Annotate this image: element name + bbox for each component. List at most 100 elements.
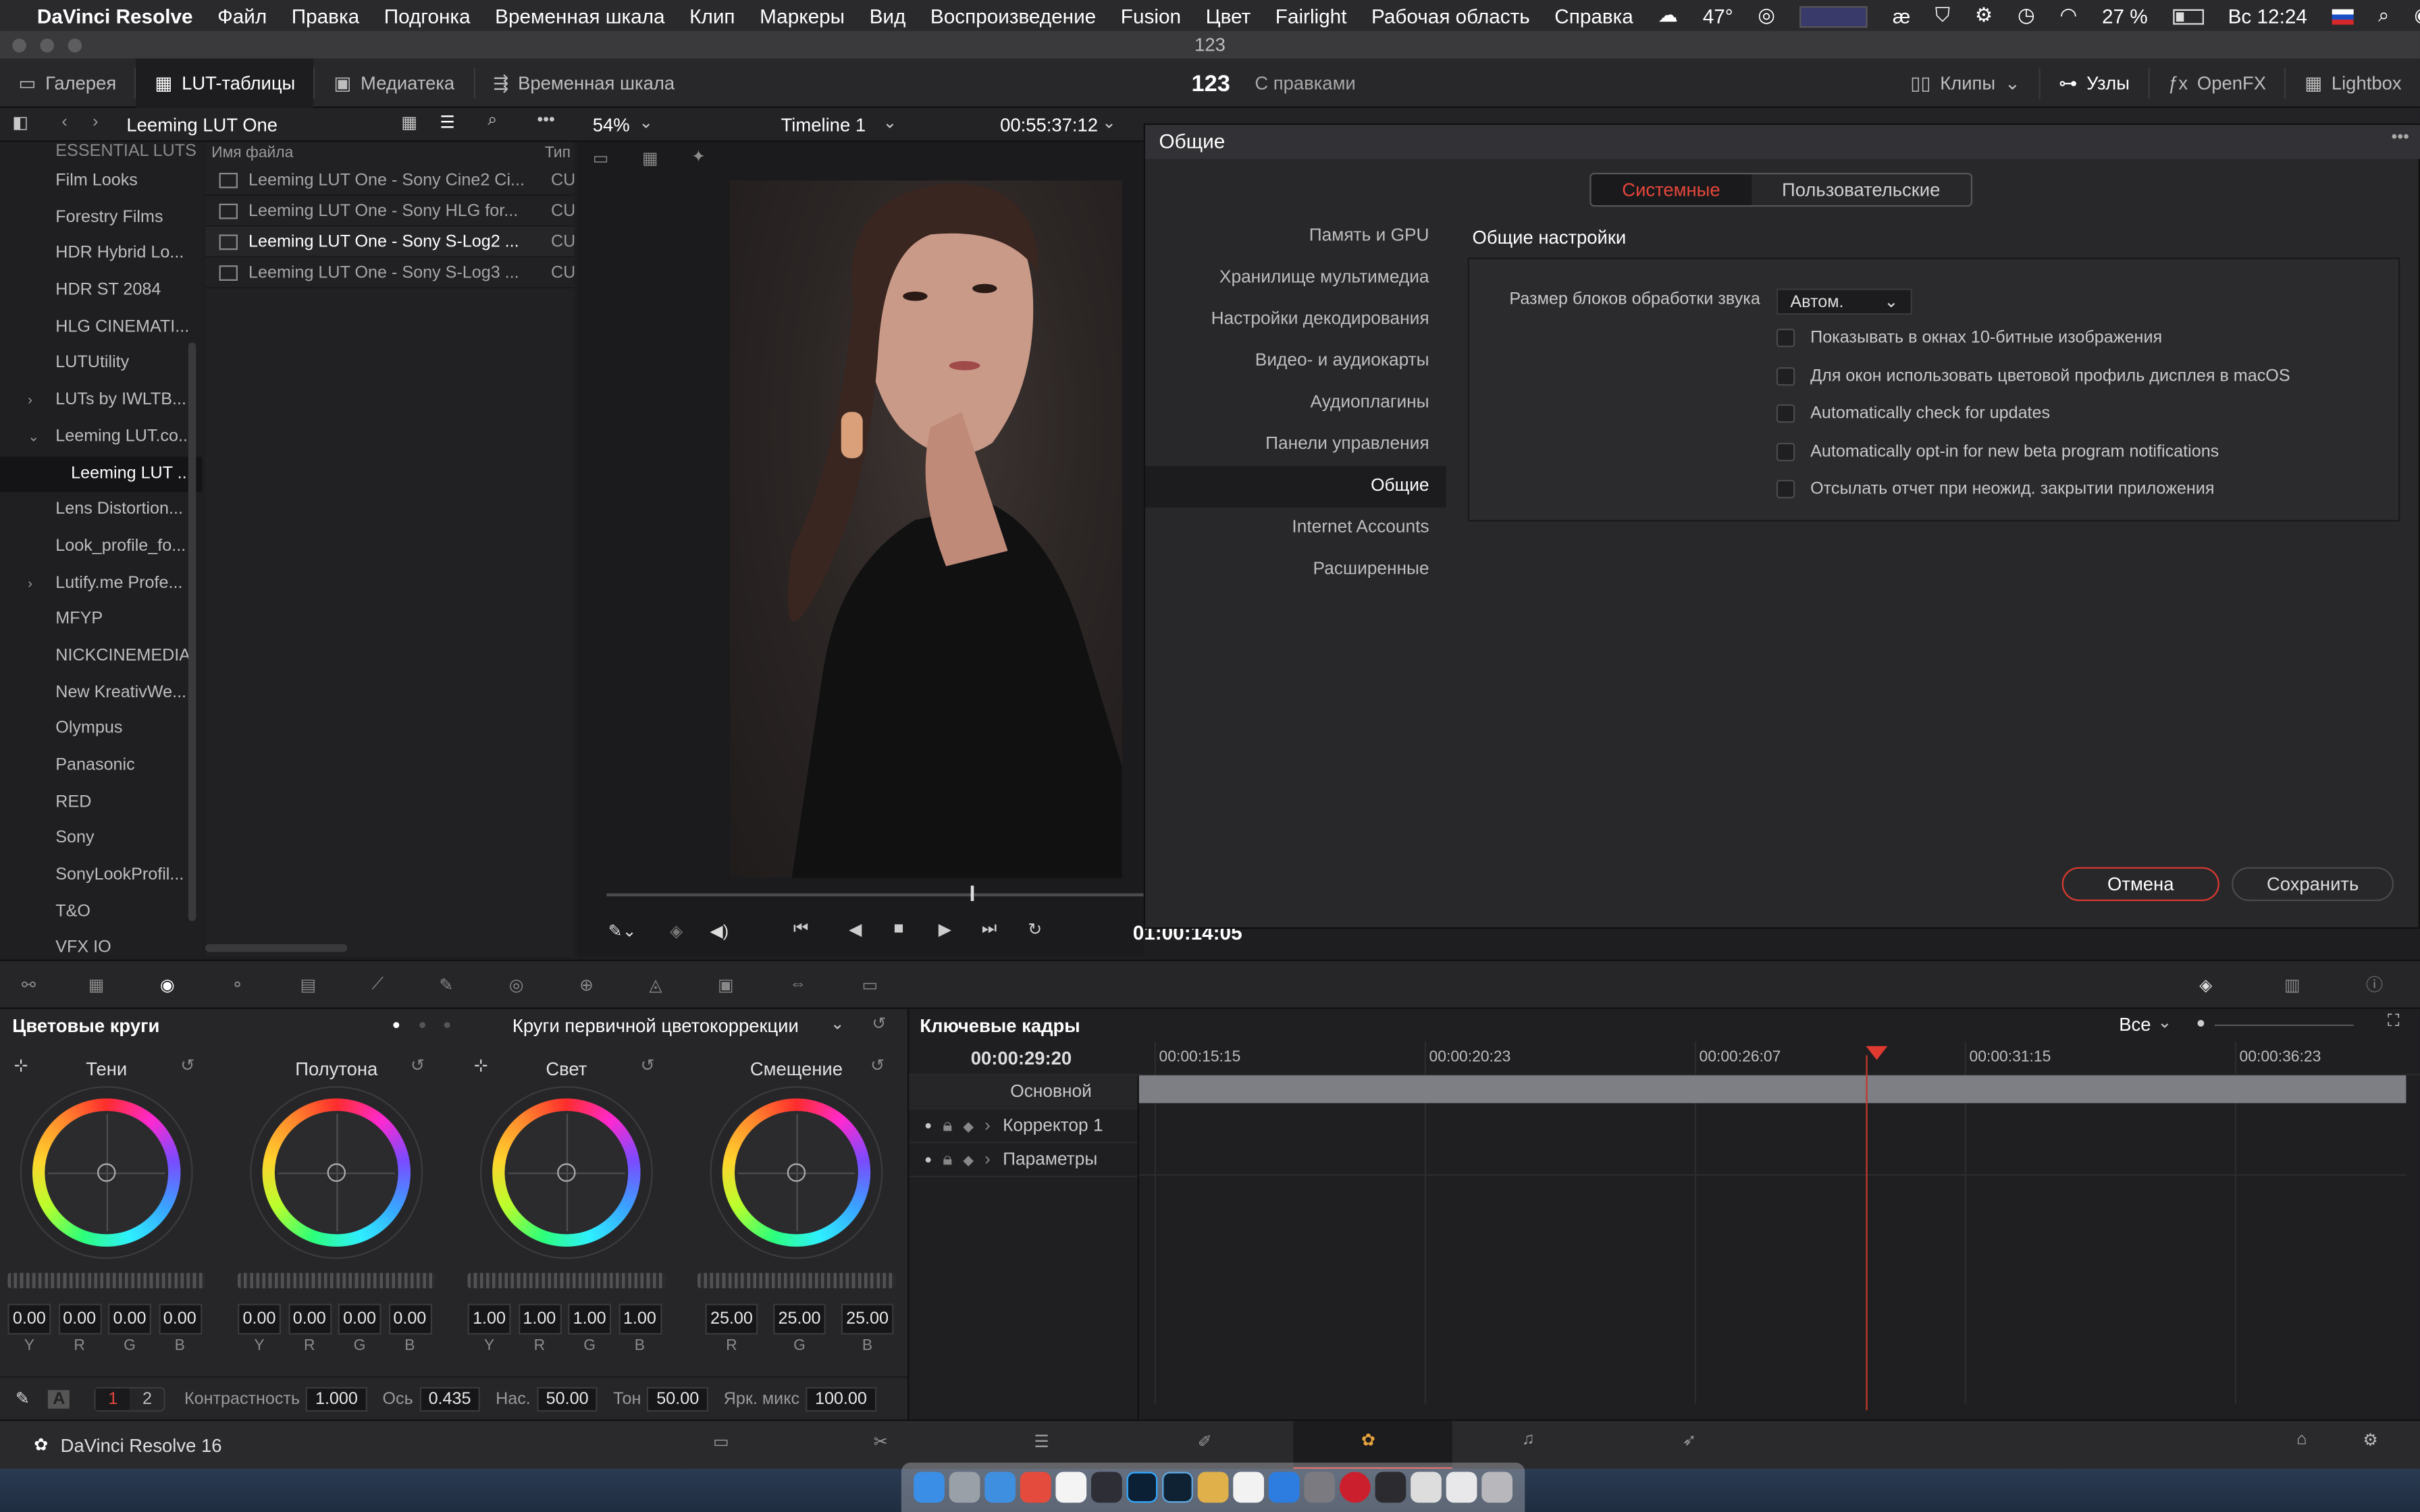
midtones-color-wheel[interactable] (250, 1086, 423, 1260)
creative-cloud-icon[interactable]: ◎ (1745, 3, 1787, 28)
deliver-page-icon[interactable]: ➶ (1682, 1430, 1696, 1450)
camera-raw-icon[interactable]: ⚯ (22, 974, 36, 994)
timeline-name[interactable]: Timeline 1 (781, 114, 866, 136)
stop-icon[interactable]: ■ (893, 919, 903, 938)
auto-balance-icon[interactable]: ✎ (16, 1388, 30, 1408)
forward-icon[interactable]: › (93, 113, 98, 131)
zoom-window-icon[interactable] (68, 38, 82, 53)
track-params[interactable]: ● 🔒︎ ◆ › Параметры (909, 1143, 1138, 1177)
edit-page-icon[interactable]: ☰ (1034, 1432, 1049, 1451)
curves-icon[interactable]: ⟋ (372, 974, 384, 994)
offset-color-wheel[interactable] (710, 1086, 883, 1260)
audio-block-select[interactable]: Автом. ⌄ (1776, 288, 1912, 315)
finder-icon[interactable] (914, 1472, 945, 1503)
chevron-right-icon[interactable]: › (984, 1143, 991, 1177)
wheel-center-handle[interactable] (97, 1163, 116, 1182)
minimize-window-icon[interactable] (40, 38, 54, 53)
adjust-page-2[interactable]: 2 (130, 1388, 165, 1409)
key-icon[interactable]: ▣ (718, 974, 734, 994)
split-view-icon[interactable]: ▭ (593, 148, 609, 168)
highlights-master-slider[interactable] (467, 1272, 666, 1289)
wifi-icon[interactable]: ◠ (2047, 3, 2089, 28)
wheel-center-handle[interactable] (327, 1163, 346, 1182)
menu-file[interactable]: Файл (205, 4, 280, 27)
tree-item[interactable]: MFYP (0, 602, 202, 639)
master-track-bar[interactable] (1138, 1075, 2406, 1104)
scopes-icon[interactable]: ▥ (2284, 974, 2300, 994)
tree-item[interactable]: NICKCINEMEDIA (0, 639, 202, 675)
shadows-value-field[interactable]: 0.00 (158, 1303, 202, 1335)
menu-workspace[interactable]: Рабочая область (1359, 4, 1542, 27)
preferences-nav-item[interactable]: Internet Accounts (1145, 508, 1446, 549)
final-cut-icon[interactable] (1090, 1472, 1122, 1503)
page-dot[interactable]: ● (443, 1017, 451, 1032)
system-preferences-icon[interactable] (1304, 1472, 1336, 1503)
downloads-icon[interactable] (1411, 1472, 1442, 1503)
motion-effects-icon[interactable]: ▤ (300, 974, 316, 994)
preferences-nav-item[interactable]: Расширенные (1145, 549, 1446, 591)
luts-button[interactable]: ▦ LUT-таблицы (136, 57, 314, 107)
davinci-resolve-icon[interactable] (1375, 1472, 1406, 1503)
highlights-value-field[interactable]: 1.00 (618, 1303, 662, 1335)
grid-overlay-icon[interactable]: ▦ (642, 148, 658, 168)
tree-item[interactable]: HDR ST 2084 (0, 273, 202, 310)
checkbox[interactable] (1776, 480, 1795, 499)
chevron-right-icon[interactable]: › (28, 566, 32, 602)
window-icon[interactable]: ◎ (509, 974, 524, 994)
tree-item[interactable]: Sony (0, 821, 202, 858)
file-row[interactable]: Leeming LUT One - Sony S-Log2 ... CU (205, 226, 575, 258)
reset-all-icon[interactable]: ↺ (872, 1014, 886, 1033)
saturation-field[interactable]: 50.00 (536, 1386, 598, 1411)
wheel-center-handle[interactable] (787, 1163, 806, 1182)
hue-field[interactable]: 50.00 (647, 1386, 708, 1411)
dialog-menu-icon[interactable]: ••• (2392, 128, 2409, 146)
chevron-right-icon[interactable]: › (28, 383, 32, 419)
shadows-color-wheel[interactable] (20, 1086, 193, 1260)
checkbox[interactable] (1776, 442, 1795, 461)
tree-item[interactable]: Leeming LUT ... (0, 456, 203, 493)
media-pool-button[interactable]: ▣ Медиатека (315, 58, 473, 107)
chevron-down-icon[interactable]: ⌄ (28, 419, 39, 456)
checkbox[interactable] (1776, 329, 1795, 348)
highlights-color-wheel[interactable] (479, 1086, 653, 1260)
flag-icon[interactable] (2319, 4, 2366, 27)
timeline-dropdown-icon[interactable]: ⌄ (883, 113, 897, 132)
midtones-value-field[interactable]: 0.00 (288, 1303, 332, 1335)
tree-item[interactable]: Film Looks (0, 163, 202, 200)
gallery-button[interactable]: ▭ Галерея (0, 58, 135, 107)
calendar-icon[interactable] (1055, 1472, 1087, 1503)
sizing-icon[interactable]: ⇔ (789, 975, 806, 994)
battery-level[interactable]: 27 % (2090, 4, 2160, 27)
offset-value-field[interactable]: 25.00 (841, 1303, 894, 1335)
color-picker-icon[interactable]: ⊹ (474, 1055, 488, 1075)
save-button[interactable]: Сохранить (2232, 867, 2394, 901)
wheels-mode-select[interactable]: Круги первичной цветокоррекции (512, 1015, 799, 1037)
clips-button[interactable]: ▯▯ Клипы ⌄ (1892, 59, 2038, 108)
midtones-value-field[interactable]: 0.00 (388, 1303, 431, 1335)
tree-item[interactable]: Forestry Films (0, 200, 202, 236)
menu-trim[interactable]: Подгонка (371, 4, 482, 27)
tree-item[interactable]: T&O (0, 894, 202, 931)
tracker-icon[interactable]: ⊕ (579, 974, 594, 994)
safari-icon[interactable] (984, 1472, 1016, 1503)
media-page-icon[interactable]: ▭ (713, 1432, 729, 1451)
documents-icon[interactable] (1446, 1472, 1477, 1503)
expand-icon[interactable]: ⛶ (2388, 1012, 2400, 1032)
tree-item[interactable]: RED (0, 785, 202, 821)
menu-clip[interactable]: Клип (677, 4, 747, 27)
column-name[interactable]: Имя файла (211, 145, 293, 162)
trash-icon[interactable] (1481, 1472, 1512, 1503)
user-icon[interactable]: ◉ (2402, 3, 2420, 28)
track-corrector[interactable]: ● 🔒︎ ◆ › Корректор 1 (909, 1108, 1138, 1143)
more-options-icon[interactable]: ••• (537, 111, 554, 130)
volume-icon[interactable]: ◀) (710, 921, 729, 941)
chevron-right-icon[interactable]: › (984, 1108, 991, 1142)
lightroom-icon[interactable] (1162, 1472, 1193, 1503)
highlights-value-field[interactable]: 1.00 (517, 1303, 561, 1335)
battery-icon[interactable] (2160, 4, 2215, 27)
preferences-nav-item[interactable]: Память и GPU (1145, 216, 1446, 258)
setting-checkbox-row[interactable]: Показывать в окнах 10-битные изображения (1776, 319, 2290, 357)
menu-fusion[interactable]: Fusion (1109, 4, 1194, 27)
highlights-value-field[interactable]: 1.00 (568, 1303, 612, 1335)
tree-item[interactable]: ⌄ Leeming LUT.co... (0, 419, 202, 456)
